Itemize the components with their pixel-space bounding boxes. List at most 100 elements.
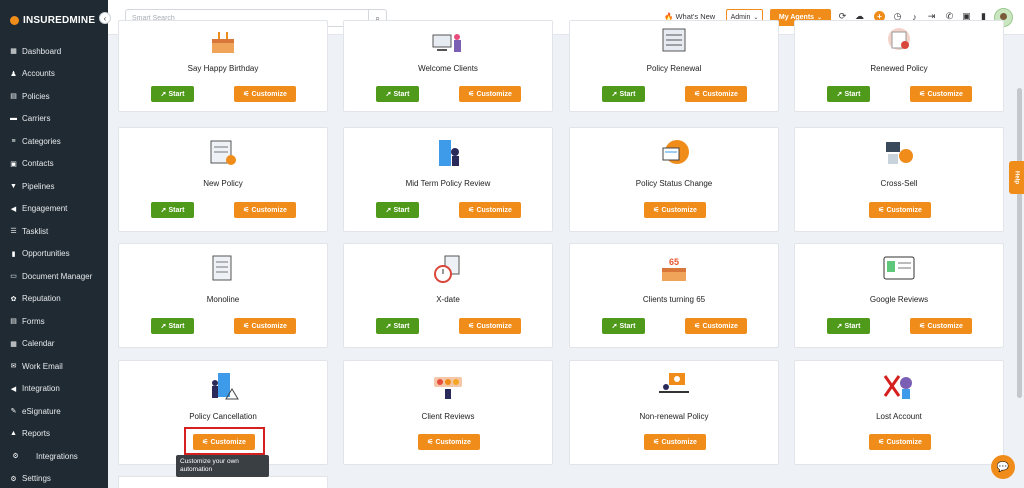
sidebar-item-policies[interactable]: ▤ Policies	[0, 85, 108, 108]
sidebar-item-integration[interactable]: ◀ Integration	[0, 378, 108, 401]
sidebar-item-label: Reports	[22, 429, 51, 439]
start-button[interactable]: ➚ Start	[602, 318, 645, 334]
sliders-icon: ⚟	[653, 439, 660, 446]
start-label: Start	[393, 90, 410, 98]
sliders-icon: ⚟	[427, 439, 434, 446]
customize-button[interactable]: ⚟ Customize	[685, 318, 747, 334]
customize-button[interactable]: ⚟ Customize	[644, 202, 706, 218]
start-button[interactable]: ➚ Start	[376, 318, 419, 334]
sidebar-item-tasklist[interactable]: ☰ Tasklist	[0, 220, 108, 243]
customize-label: Customize	[661, 438, 697, 446]
sidebar-nav: ▦ Dashboard ♟ Accounts ▤ Policies ▬ Carriers ≡ Ca…	[0, 40, 108, 488]
sidebar-item-engagement[interactable]: ◀ Engagement	[0, 198, 108, 221]
status-change-illustration	[657, 138, 691, 168]
start-button[interactable]: ➚ Start	[376, 86, 419, 102]
highlight-box	[184, 427, 265, 455]
customize-label: Customize	[661, 206, 697, 214]
start-button[interactable]: ➚ Start	[151, 86, 194, 102]
automation-card: Mid Term Policy Review ➚ Start ⚟ Customize	[343, 127, 553, 232]
start-label: Start	[168, 206, 185, 214]
sliders-icon: ⚟	[878, 207, 885, 214]
carriers-icon: ▬	[10, 115, 17, 123]
google-reviews-illustration	[882, 254, 916, 284]
card-title: Policy Cancellation	[189, 412, 257, 421]
sidebar-item-calendar[interactable]: ▦ Calendar	[0, 333, 108, 356]
non-renewal-illustration	[657, 371, 691, 401]
sidebar-item-dashboard[interactable]: ▦ Dashboard	[0, 40, 108, 63]
sliders-icon: ⚟	[468, 323, 475, 330]
sidebar-item-label: Document Manager	[22, 271, 93, 281]
sidebar-item-label: Forms	[22, 316, 45, 326]
customize-label: Customize	[886, 438, 922, 446]
card-title: Say Happy Birthday	[187, 64, 259, 73]
customize-label: Customize	[702, 90, 738, 98]
customize-button[interactable]: ⚟ Customize	[644, 434, 706, 450]
svg-text:65: 65	[669, 257, 679, 267]
sidebar-item-forms[interactable]: ▤ Forms	[0, 310, 108, 333]
sidebar-item-accounts[interactable]: ♟ Accounts	[0, 63, 108, 86]
sidebar-item-document-manager[interactable]: ▭ Document Manager	[0, 265, 108, 288]
sidebar-item-opportunities[interactable]: ▮ Opportunities	[0, 243, 108, 266]
sidebar-item-settings[interactable]: ⚙ Settings	[0, 468, 108, 488]
cross-sell-illustration	[882, 138, 916, 168]
engagement-icon: ◀	[10, 205, 17, 213]
sliders-icon: ⚟	[694, 323, 701, 330]
sidebar-item-reports[interactable]: ▲ Reports	[0, 423, 108, 446]
sidebar-item-label: Tasklist	[22, 226, 49, 236]
start-button[interactable]: ➚ Start	[827, 86, 870, 102]
sidebar-item-label: Work Email	[22, 361, 63, 371]
customize-button[interactable]: ⚟ Customize	[910, 86, 972, 102]
brand-logo[interactable]: INSUREDMINE	[0, 0, 108, 40]
customize-button[interactable]: ⚟ Customize	[459, 318, 521, 334]
sidebar-item-reputation[interactable]: ✿ Reputation	[0, 288, 108, 311]
card-title: X-date	[436, 295, 460, 304]
customize-label: Customize	[476, 206, 512, 214]
brand-name: INSUREDMINE	[23, 14, 96, 26]
start-button[interactable]: ➚ Start	[602, 86, 645, 102]
start-label: Start	[168, 322, 185, 330]
customize-button[interactable]: ⚟ Customize	[459, 86, 521, 102]
card-title: Lost Account	[876, 412, 922, 421]
customize-button[interactable]: ⚟ Customize	[910, 318, 972, 334]
customize-button[interactable]: ⚟ Customize	[685, 86, 747, 102]
monoline-illustration	[206, 254, 240, 284]
customize-button[interactable]: ⚟ Customize	[234, 202, 296, 218]
sidebar-item-pipelines[interactable]: ▼ Pipelines	[0, 175, 108, 198]
rocket-icon: ➚	[385, 207, 392, 214]
sidebar-item-carriers[interactable]: ▬ Carriers	[0, 108, 108, 131]
logo-icon	[10, 15, 19, 25]
sidebar-collapse-button[interactable]: ‹	[99, 12, 111, 24]
customize-button[interactable]: ⚟ Customize	[459, 202, 521, 218]
automation-card: Client Reviews ⚟ Customize	[343, 360, 553, 465]
automation-card: Non-renewal Policy ⚟ Customize	[569, 360, 779, 465]
help-tab[interactable]: Help	[1009, 161, 1024, 194]
sidebar-item-esignature[interactable]: ✎ eSignature	[0, 400, 108, 423]
customize-button[interactable]: ⚟ Customize	[234, 86, 296, 102]
start-button[interactable]: ➚ Start	[827, 318, 870, 334]
sidebar-item-integrations[interactable]: ⚙ Integrations	[0, 445, 108, 468]
customize-button[interactable]: ⚟ Customize	[869, 434, 931, 450]
x-date-illustration	[431, 254, 465, 284]
sidebar-item-categories[interactable]: ≡ Categories	[0, 130, 108, 153]
chat-button[interactable]: 💬	[991, 455, 1015, 479]
sidebar-item-contacts[interactable]: ▣ Contacts	[0, 153, 108, 176]
sidebar-item-label: Opportunities	[22, 249, 70, 259]
chevron-left-icon: ‹	[103, 13, 107, 23]
start-button[interactable]: ➚ Start	[151, 202, 194, 218]
card-title: Clients turning 65	[642, 295, 706, 304]
scrollbar[interactable]	[1017, 88, 1022, 398]
pipelines-icon: ▼	[10, 182, 17, 190]
customize-button[interactable]: ⚟ Customize	[418, 434, 480, 450]
rocket-icon: ➚	[160, 323, 167, 330]
sidebar-item-label: Integration	[22, 384, 60, 394]
help-label: Help	[1013, 170, 1020, 184]
start-button[interactable]: ➚ Start	[151, 318, 194, 334]
start-button[interactable]: ➚ Start	[376, 202, 419, 218]
renewed-policy-illustration	[882, 27, 916, 57]
customize-button[interactable]: ⚟ Customize	[234, 318, 296, 334]
automation-card: Cross-Sell ⚟ Customize	[794, 127, 1004, 232]
customize-button[interactable]: ⚟ Customize	[869, 202, 931, 218]
sidebar-item-work-email[interactable]: ✉ Work Email	[0, 355, 108, 378]
customize-label: Customize	[251, 322, 287, 330]
card-title: Cross-Sell	[880, 179, 918, 188]
